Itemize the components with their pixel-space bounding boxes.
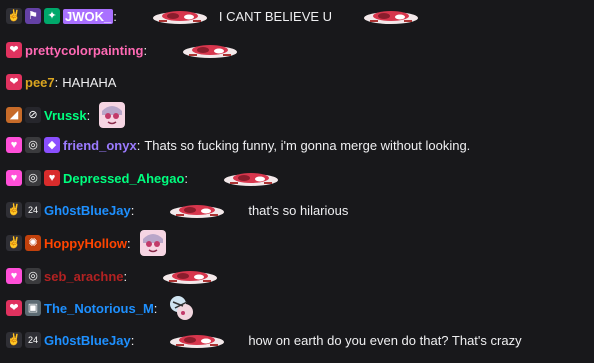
- bits-badge[interactable]: ✦: [44, 8, 60, 24]
- heart-badge[interactable]: ❤: [6, 74, 22, 90]
- red-car-emote: [170, 205, 225, 218]
- chat-message-text: how on earth do you even do that? That's…: [248, 332, 522, 348]
- chat-message-text: HAHAHA: [62, 74, 117, 90]
- chat-message: ✌ 24 Gh0stBlueJay: how on earth do you even…: [6, 329, 522, 351]
- chat-message: ♥ ◎ ♥ Depressed_Ahegao:: [6, 167, 280, 189]
- chat-username[interactable]: prettycolorpainting: [25, 43, 143, 58]
- 24-badge[interactable]: 24: [25, 202, 41, 218]
- chat-username[interactable]: HoppyHollow: [44, 236, 127, 251]
- username-separator: :: [130, 332, 135, 348]
- username-separator: :: [143, 42, 148, 58]
- chat-username[interactable]: JWOK_: [63, 8, 114, 24]
- chat-message: ❤ ▣ The_Notorious_M:: [6, 296, 197, 320]
- pink-heart-badge[interactable]: ♥: [6, 170, 22, 186]
- chat-username[interactable]: Depressed_Ahegao: [63, 171, 184, 186]
- username-separator: :: [130, 202, 135, 218]
- red-heart-badge[interactable]: ♥: [44, 170, 60, 186]
- username-separator: :: [127, 235, 131, 251]
- chat-username[interactable]: Gh0stBlueJay: [44, 203, 131, 218]
- username-separator: :: [153, 300, 158, 316]
- chat-message-text: I CANT BELIEVE U: [218, 8, 333, 24]
- no-audio-badge[interactable]: ⊘: [25, 107, 41, 123]
- heart-badge[interactable]: ❤: [6, 42, 22, 58]
- heart-badge[interactable]: ❤: [6, 300, 22, 316]
- pizza-badge[interactable]: ◢: [6, 107, 22, 123]
- subscriber-badge[interactable]: ✌: [6, 8, 22, 24]
- chat-message: ❤ prettycolorpainting:: [6, 39, 239, 61]
- chat-username[interactable]: The_Notorious_M: [44, 301, 154, 316]
- anime-girl-emote: [139, 230, 166, 256]
- chat-panel: ✌ ⚑ ✦ JWOK_: I CANT BELIEVE U ❤ prettycolorpai…: [0, 0, 594, 363]
- chat-username[interactable]: friend_onyx: [63, 138, 137, 153]
- gift-badge[interactable]: ◎: [25, 170, 41, 186]
- gift-badge[interactable]: ◎: [25, 268, 41, 284]
- red-car-emote: [170, 335, 225, 348]
- chat-username[interactable]: pee7: [25, 75, 55, 90]
- username-separator: :: [184, 170, 189, 186]
- subscriber-badge[interactable]: ✌: [6, 202, 22, 218]
- chat-message: ♥ ◎ ◆ friend_onyx: Thats so fucking funny, i…: [6, 134, 470, 156]
- username-separator: :: [136, 137, 141, 153]
- mod-badge[interactable]: ⚑: [25, 8, 41, 24]
- username-separator: :: [54, 74, 59, 90]
- chat-message: ❤ pee7: HAHAHA: [6, 71, 116, 93]
- subscriber-badge[interactable]: ✌: [6, 235, 22, 251]
- chat-message: ✌ 24 Gh0stBlueJay: that's so hilarious: [6, 199, 348, 221]
- mixed-emote: [170, 296, 194, 320]
- username-separator: :: [123, 268, 128, 284]
- chat-message: ♥ ◎ seb_arachne:: [6, 265, 219, 287]
- 24-badge[interactable]: 24: [25, 332, 41, 348]
- username-separator: :: [86, 107, 91, 123]
- orange-badge[interactable]: ✺: [25, 235, 41, 251]
- chat-message: ✌ ⚑ ✦ JWOK_: I CANT BELIEVE U: [6, 5, 420, 27]
- red-car-emote: [364, 11, 419, 24]
- purple-gem-badge[interactable]: ◆: [44, 137, 60, 153]
- chat-message-text: Thats so fucking funny, i'm gonna merge …: [144, 137, 471, 153]
- gift-box-badge[interactable]: ▣: [25, 300, 41, 316]
- pink-heart-badge[interactable]: ♥: [6, 268, 22, 284]
- red-car-emote: [152, 11, 207, 24]
- anime-girl-emote: [99, 102, 126, 128]
- chat-username[interactable]: seb_arachne: [44, 269, 124, 284]
- chat-username[interactable]: Gh0stBlueJay: [44, 333, 131, 348]
- username-separator: :: [113, 8, 117, 24]
- subscriber-badge[interactable]: ✌: [6, 332, 22, 348]
- chat-username[interactable]: Vrussk: [44, 108, 87, 123]
- red-car-emote: [224, 173, 279, 186]
- chat-message: ✌ ✺ HoppyHollow:: [6, 230, 167, 256]
- chat-message: ◢ ⊘ Vrussk:: [6, 102, 126, 128]
- chat-message-text: that's so hilarious: [248, 202, 349, 218]
- red-car-emote: [183, 45, 238, 58]
- pink-heart-badge[interactable]: ♥: [6, 137, 22, 153]
- red-car-emote: [163, 271, 218, 284]
- gift-badge[interactable]: ◎: [25, 137, 41, 153]
